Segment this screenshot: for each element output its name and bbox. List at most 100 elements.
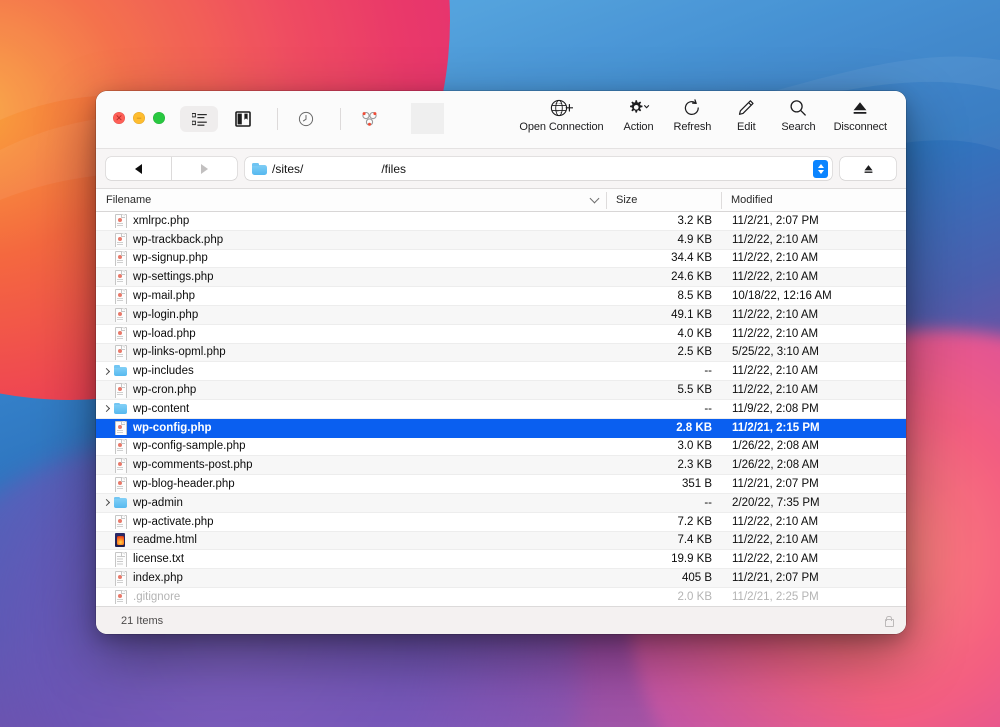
table-row[interactable]: index.php 405 B 11/2/21, 2:07 PM [96, 569, 906, 588]
file-size-cell: 3.2 KB [677, 214, 712, 227]
zoom-button[interactable] [153, 112, 165, 124]
file-modified-cell: 11/2/21, 2:07 PM [732, 478, 819, 491]
minimize-button[interactable]: − [133, 112, 145, 124]
file-list[interactable]: xmlrpc.php 3.2 KB 11/2/21, 2:07 PM wp-track… [96, 212, 906, 606]
table-row[interactable]: wp-links-opml.php 2.5 KB 5/25/22, 3:10 AM [96, 343, 906, 363]
file-size-cell: 2.8 KB [676, 421, 712, 434]
file-name-label: wp-config-sample.php [133, 440, 246, 453]
back-button[interactable] [106, 157, 172, 180]
file-name-cell: wp-activate.php [96, 514, 606, 530]
toolbar-divider-1 [277, 108, 278, 130]
file-name-label: wp-settings.php [133, 271, 214, 284]
path-secondary: /files [381, 161, 407, 176]
file-modified-cell: 1/26/22, 2:08 AM [732, 440, 819, 453]
file-modified-cell: 11/2/21, 2:15 PM [732, 421, 820, 434]
table-row[interactable]: wp-config-sample.php 3.0 KB 1/26/22, 2:08 … [96, 438, 906, 457]
column-header-row: Filename Size Modified [96, 189, 906, 212]
disclosure-triangle-icon[interactable] [100, 367, 113, 375]
file-name-label: xmlrpc.php [133, 214, 190, 227]
chevron-right-icon [102, 499, 111, 507]
table-row[interactable]: wp-comments-post.php 2.3 KB 1/26/22, 2:08 … [96, 456, 906, 476]
chevron-down-icon [589, 193, 600, 204]
file-name-label: wp-mail.php [133, 290, 195, 303]
navigation-segmented-control [106, 157, 237, 180]
php-file-icon [113, 439, 127, 454]
file-browser-window: ✕ − Open Connection Action Refresh Edit … [96, 91, 906, 634]
file-name-label: wp-login.php [133, 308, 199, 321]
search-button[interactable]: Search [772, 96, 824, 133]
open-connection-button[interactable]: Open Connection [510, 96, 612, 133]
file-name-cell: wp-trackback.php [96, 232, 606, 248]
table-row[interactable]: wp-blog-header.php 351 B 11/2/21, 2:07 PM [96, 475, 906, 494]
file-name-cell: wp-cron.php [96, 383, 606, 398]
file-name-cell: .gitignore [96, 589, 606, 605]
php-file-icon [113, 270, 127, 285]
table-row[interactable]: wp-config.php 2.8 KB 11/2/21, 2:15 PM [96, 418, 906, 438]
bookmarks-toggle[interactable] [224, 106, 262, 132]
file-modified-cell: 5/25/22, 3:10 AM [732, 346, 819, 359]
disclosure-triangle-icon[interactable] [100, 499, 113, 507]
file-modified-cell: 2/20/22, 7:35 PM [732, 496, 820, 509]
lock-icon[interactable] [883, 615, 894, 627]
forward-button[interactable] [172, 157, 237, 180]
table-row[interactable]: readme.html 7.4 KB 11/2/22, 2:10 AM [96, 531, 906, 551]
bonjour-icon [361, 111, 377, 126]
file-name-label: wp-cron.php [133, 384, 197, 397]
table-row[interactable]: xmlrpc.php 3.2 KB 11/2/21, 2:07 PM [96, 212, 906, 231]
table-row[interactable]: .gitignore 2.0 KB 11/2/21, 2:25 PM [96, 588, 906, 606]
file-modified-cell: 11/2/22, 2:10 AM [732, 365, 819, 378]
file-size-cell: -- [704, 402, 712, 415]
table-row[interactable]: wp-activate.php 7.2 KB 11/2/22, 2:10 AM [96, 513, 906, 532]
table-row[interactable]: wp-admin -- 2/20/22, 7:35 PM [96, 493, 906, 513]
table-row[interactable]: wp-content -- 11/9/22, 2:08 PM [96, 400, 906, 419]
clock-icon [298, 111, 314, 127]
eject-icon [849, 96, 871, 120]
file-name-cell: wp-login.php [96, 307, 606, 323]
disclosure-triangle-icon[interactable] [100, 405, 113, 413]
table-row[interactable]: wp-login.php 49.1 KB 11/2/22, 2:10 AM [96, 305, 906, 325]
action-button[interactable]: Action [612, 96, 664, 133]
disconnect-button[interactable]: Disconnect [825, 96, 896, 133]
browser-view-toggle[interactable] [180, 106, 218, 132]
path-dropdown[interactable]: /sites/ /files [245, 157, 832, 180]
bonjour-toggle[interactable] [350, 106, 388, 132]
file-name-cell: wp-includes [96, 364, 606, 379]
file-size-cell: 2.3 KB [677, 459, 712, 472]
table-row[interactable]: wp-mail.php 8.5 KB 10/18/22, 12:16 AM [96, 287, 906, 306]
table-row[interactable]: wp-load.php 4.0 KB 11/2/22, 2:10 AM [96, 325, 906, 344]
table-row[interactable]: wp-settings.php 24.6 KB 11/2/22, 2:10 AM [96, 268, 906, 288]
column-header-filename[interactable]: Filename [96, 189, 606, 212]
file-modified-cell: 11/2/22, 2:10 AM [732, 553, 819, 566]
file-name-label: wp-trackback.php [133, 233, 224, 246]
file-modified-cell: 1/26/22, 2:08 AM [732, 459, 819, 472]
table-row[interactable]: wp-includes -- 11/2/22, 2:10 AM [96, 362, 906, 382]
toolbar-divider-2 [340, 108, 341, 130]
file-size-cell: 8.5 KB [677, 290, 712, 303]
edit-label: Edit [737, 121, 756, 133]
table-row[interactable]: wp-cron.php 5.5 KB 11/2/22, 2:10 AM [96, 381, 906, 400]
column-header-size[interactable]: Size [606, 189, 721, 212]
table-row[interactable]: wp-signup.php 34.4 KB 11/2/22, 2:10 AM [96, 250, 906, 269]
refresh-button[interactable]: Refresh [664, 96, 720, 133]
file-modified-cell: 11/2/22, 2:10 AM [732, 327, 819, 340]
file-name-cell: wp-load.php [96, 326, 606, 342]
history-toggle[interactable] [287, 106, 325, 132]
table-row[interactable]: wp-trackback.php 4.9 KB 11/2/22, 2:10 AM [96, 230, 906, 250]
file-modified-cell: 11/2/22, 2:10 AM [732, 534, 819, 547]
file-size-cell: 4.9 KB [677, 233, 712, 246]
php-file-icon [113, 251, 127, 266]
file-name-cell: readme.html [96, 533, 606, 548]
edit-button[interactable]: Edit [720, 96, 772, 133]
file-modified-cell: 11/2/22, 2:10 AM [732, 233, 819, 246]
file-name-cell: wp-signup.php [96, 251, 606, 266]
folder-icon [252, 162, 267, 175]
close-button[interactable]: ✕ [113, 112, 125, 124]
php-file-icon [113, 383, 127, 398]
column-header-size-label: Size [616, 194, 638, 206]
up-down-stepper-icon[interactable] [813, 159, 828, 178]
table-row[interactable]: license.txt 19.9 KB 11/2/22, 2:10 AM [96, 550, 906, 570]
disconnect-eject-button[interactable] [840, 157, 896, 180]
php-file-icon [113, 571, 127, 586]
column-header-modified[interactable]: Modified [721, 189, 906, 212]
file-size-cell: 405 B [681, 572, 712, 585]
